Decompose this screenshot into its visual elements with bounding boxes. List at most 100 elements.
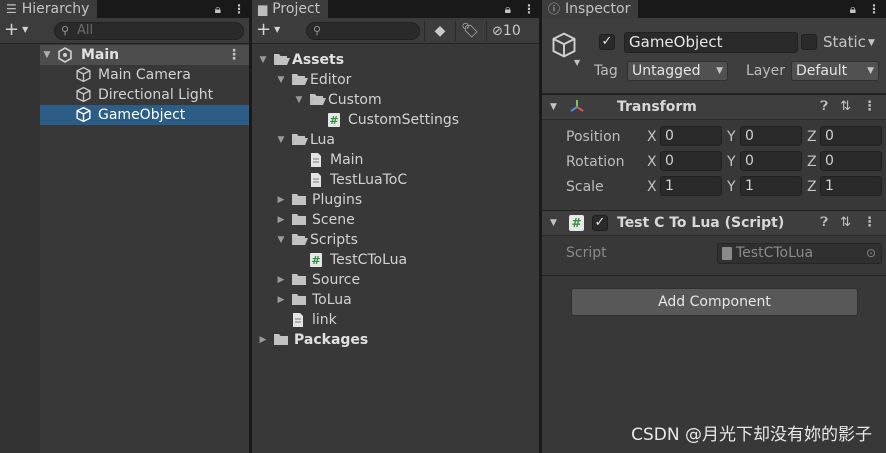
project-folder-item[interactable]: ▶ Packages bbox=[252, 330, 539, 350]
axis-label-x[interactable]: X bbox=[647, 177, 657, 197]
project-folder-item[interactable]: ▶ ToLua bbox=[252, 290, 539, 310]
script-object-field[interactable]: TestCToLua ⊙ bbox=[717, 243, 882, 264]
help-icon[interactable]: ❓︎ bbox=[820, 95, 828, 119]
expand-arrow-icon[interactable]: ▼ bbox=[276, 230, 286, 250]
project-tabbar: ▆ Project 🔒︎ ⋮ bbox=[252, 0, 539, 18]
project-item-label: Custom bbox=[328, 92, 382, 108]
axis-label-x[interactable]: X bbox=[647, 127, 657, 147]
axis-label-z[interactable]: Z bbox=[807, 127, 817, 147]
chevron-down-icon: ▼ bbox=[867, 66, 874, 76]
plus-icon: + bbox=[4, 19, 20, 40]
project-item-label: TestLuaToC bbox=[330, 172, 408, 188]
transform-axes-icon bbox=[568, 98, 586, 120]
lock-icon[interactable]: 🔒︎ bbox=[850, 2, 856, 17]
object-cube-icon[interactable]: ▼ bbox=[550, 31, 580, 67]
component-menu-icon[interactable]: ⋮ bbox=[863, 95, 876, 119]
project-folder-item[interactable]: ▼ Editor bbox=[252, 70, 539, 90]
script-file-icon bbox=[722, 247, 732, 260]
list-icon: ☰ bbox=[6, 1, 17, 16]
inspector-panel: ⓘ Inspector 🔒︎ ⋮ ▼ ✓ GameObject Static ▼… bbox=[542, 0, 886, 453]
lock-icon[interactable]: 🔒︎ bbox=[215, 2, 221, 17]
scene-name: Main bbox=[81, 47, 120, 63]
project-folder-item[interactable]: ▼ Assets bbox=[252, 50, 539, 70]
create-button[interactable]: + ▼ bbox=[256, 21, 280, 39]
create-button[interactable]: + ▼ bbox=[4, 19, 28, 40]
transform-title: Transform bbox=[617, 99, 697, 115]
object-name-field[interactable]: GameObject bbox=[624, 32, 798, 53]
project-folder-item[interactable]: ▶ Plugins bbox=[252, 190, 539, 210]
axis-label-y[interactable]: Y bbox=[727, 127, 736, 147]
folder-open-icon bbox=[291, 132, 309, 152]
scale-x-field[interactable]: 1 bbox=[660, 176, 722, 196]
layer-value: Default bbox=[796, 63, 848, 79]
more-menu-icon[interactable]: ⋮ bbox=[523, 2, 535, 16]
presets-icon[interactable]: ⇅ bbox=[840, 95, 851, 119]
rotation-z-field[interactable]: 0 bbox=[820, 151, 882, 171]
info-icon: ⓘ bbox=[548, 1, 561, 16]
collapse-arrow-icon[interactable]: ▼ bbox=[550, 211, 557, 235]
hidden-packages-button[interactable]: ⊘10 bbox=[492, 21, 536, 41]
project-folder-item[interactable]: ▶ Scene bbox=[252, 210, 539, 230]
project-asset-item[interactable]: # TestCToLua bbox=[252, 250, 539, 270]
component-menu-icon[interactable]: ⋮ bbox=[863, 211, 876, 235]
static-checkbox[interactable] bbox=[801, 34, 817, 50]
project-asset-item[interactable]: Main bbox=[252, 150, 539, 170]
presets-icon[interactable]: ⇅ bbox=[840, 211, 851, 235]
scale-z-field[interactable]: 1 bbox=[820, 176, 882, 196]
add-component-button[interactable]: Add Component bbox=[571, 288, 858, 316]
active-checkbox[interactable]: ✓ bbox=[599, 34, 615, 50]
expand-arrow-icon[interactable]: ▼ bbox=[258, 50, 268, 70]
axis-label-y[interactable]: Y bbox=[727, 177, 736, 197]
more-menu-icon[interactable]: ⋮ bbox=[868, 2, 880, 16]
lock-icon[interactable]: 🔒︎ bbox=[505, 2, 511, 17]
position-y-field[interactable]: 0 bbox=[740, 126, 802, 146]
filter-by-type-icon[interactable]: ◆ bbox=[428, 21, 452, 41]
collapse-arrow-icon[interactable]: ▶ bbox=[276, 190, 286, 210]
expand-arrow-icon[interactable]: ▼ bbox=[276, 70, 286, 90]
position-x-field[interactable]: 0 bbox=[660, 126, 722, 146]
axis-label-y[interactable]: Y bbox=[727, 152, 736, 172]
folder-icon bbox=[291, 292, 307, 312]
collapse-arrow-icon[interactable]: ▶ bbox=[276, 270, 286, 290]
project-search-input[interactable]: ⚲ bbox=[306, 22, 420, 40]
project-asset-item[interactable]: TestLuaToC bbox=[252, 170, 539, 190]
object-picker-icon[interactable]: ⊙ bbox=[866, 244, 876, 263]
hierarchy-search-input[interactable]: ⚲ All bbox=[54, 22, 244, 40]
project-tab[interactable]: ▆ Project bbox=[252, 0, 329, 18]
hierarchy-tab[interactable]: ☰ Hierarchy bbox=[0, 0, 98, 18]
project-folder-item[interactable]: ▼ Lua bbox=[252, 130, 539, 150]
position-z-field[interactable]: 0 bbox=[820, 126, 882, 146]
project-item-label: Plugins bbox=[312, 192, 363, 208]
expand-arrow-icon[interactable]: ▼ bbox=[42, 45, 52, 65]
scene-menu-icon[interactable]: ⋮ bbox=[227, 45, 241, 65]
project-asset-item[interactable]: # CustomSettings bbox=[252, 110, 539, 130]
collapse-arrow-icon[interactable]: ▶ bbox=[276, 210, 286, 230]
axis-label-z[interactable]: Z bbox=[807, 152, 817, 172]
script-component-header[interactable]: ▼ # ✓ Test C To Lua (Script) ❓︎ ⇅ ⋮ bbox=[542, 210, 886, 236]
layer-dropdown[interactable]: Default ▼ bbox=[791, 61, 879, 81]
help-icon[interactable]: ❓︎ bbox=[820, 211, 828, 235]
script-enabled-checkbox[interactable]: ✓ bbox=[592, 215, 608, 231]
collapse-arrow-icon[interactable]: ▼ bbox=[550, 95, 557, 119]
project-folder-item[interactable]: ▼ Scripts bbox=[252, 230, 539, 250]
project-asset-item[interactable]: link bbox=[252, 310, 539, 330]
expand-arrow-icon[interactable]: ▼ bbox=[276, 130, 286, 150]
expand-arrow-icon[interactable]: ▼ bbox=[294, 90, 304, 110]
tag-dropdown[interactable]: Untagged ▼ bbox=[627, 61, 728, 81]
more-menu-icon[interactable]: ⋮ bbox=[233, 2, 245, 16]
scale-y-field[interactable]: 1 bbox=[740, 176, 802, 196]
folder-icon bbox=[273, 332, 289, 352]
filter-by-label-icon[interactable]: 🏷︎ bbox=[458, 21, 482, 41]
project-folder-item[interactable]: ▼ Custom bbox=[252, 90, 539, 110]
rotation-y-field[interactable]: 0 bbox=[740, 151, 802, 171]
rotation-x-field[interactable]: 0 bbox=[660, 151, 722, 171]
axis-label-z[interactable]: Z bbox=[807, 177, 817, 197]
collapse-arrow-icon[interactable]: ▶ bbox=[258, 330, 268, 350]
tag-value: Untagged bbox=[632, 63, 701, 79]
inspector-tab[interactable]: ⓘ Inspector bbox=[542, 0, 639, 18]
transform-header[interactable]: ▼ Transform ❓︎ ⇅ ⋮ bbox=[542, 94, 886, 120]
axis-label-x[interactable]: X bbox=[647, 152, 657, 172]
collapse-arrow-icon[interactable]: ▶ bbox=[276, 290, 286, 310]
project-folder-item[interactable]: ▶ Source bbox=[252, 270, 539, 290]
static-dropdown-icon[interactable]: ▼ bbox=[868, 33, 875, 53]
